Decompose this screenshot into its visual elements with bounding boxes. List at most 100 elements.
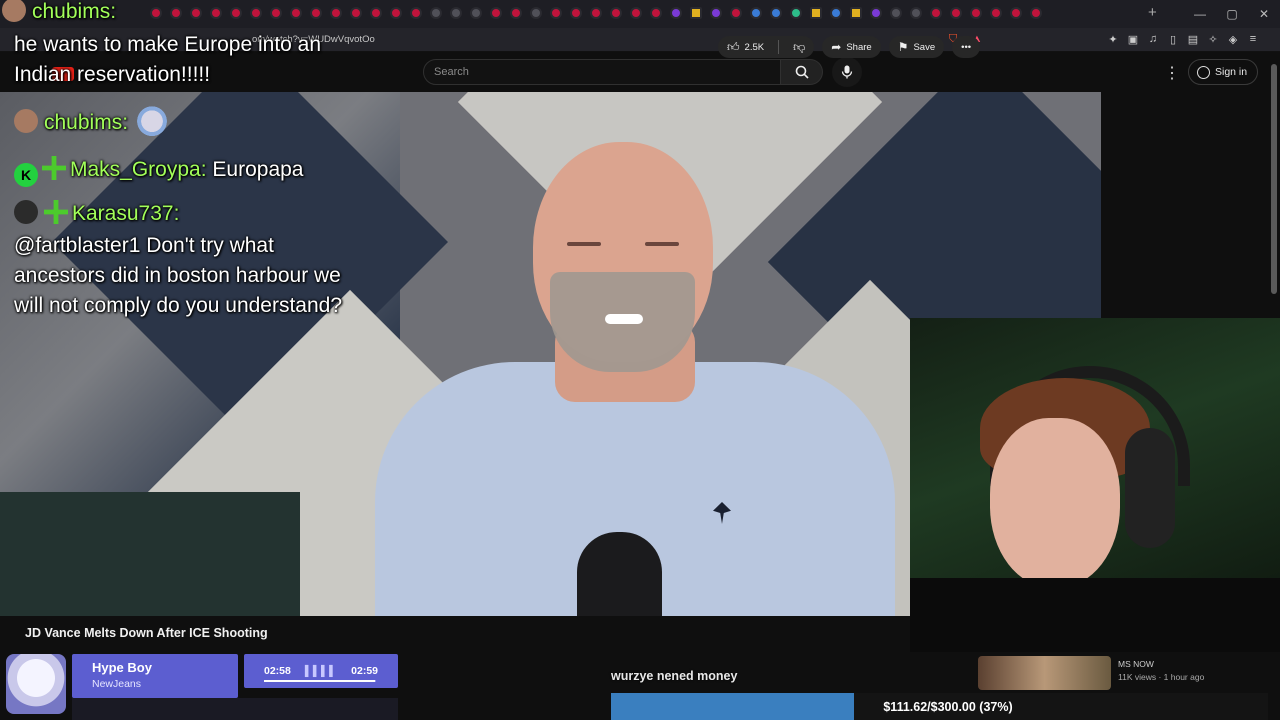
wallet-icon[interactable]: ▤ — [1186, 32, 1200, 46]
tab-generic-icon[interactable] — [470, 7, 482, 19]
thumbs-up-icon: 👍︎ — [727, 39, 740, 54]
tab-youtube-icon[interactable] — [490, 7, 502, 19]
tab-youtube-icon[interactable] — [310, 7, 322, 19]
tab-generic-icon[interactable] — [830, 7, 842, 19]
chat-message: @fartblaster1 Don't try what ancestors d… — [14, 231, 344, 321]
like-button[interactable]: 👍︎ 2.5K — [718, 36, 773, 58]
search-button[interactable] — [781, 59, 823, 85]
recommended-views: 11K views · 1 hour ago — [1118, 672, 1205, 682]
window-controls: — ▢ ✕ — [1184, 0, 1280, 28]
chat-avatar — [14, 109, 38, 133]
menu-icon[interactable]: ≡ — [1246, 32, 1260, 46]
tab-generic-icon[interactable] — [910, 7, 922, 19]
tab-youtube-icon[interactable] — [190, 7, 202, 19]
recommended-thumbnail[interactable] — [978, 656, 1111, 690]
tab-youtube-icon[interactable] — [1010, 7, 1022, 19]
tab-generic-icon[interactable] — [790, 7, 802, 19]
tab-youtube-icon[interactable] — [950, 7, 962, 19]
tab-youtube-icon[interactable] — [510, 7, 522, 19]
tab-generic-icon[interactable] — [770, 7, 782, 19]
tab-generic-icon[interactable] — [850, 7, 862, 19]
tab-youtube-icon[interactable] — [650, 7, 662, 19]
kick-badge-icon: K — [14, 163, 38, 187]
song-artist: NewJeans — [92, 678, 142, 690]
tab-youtube-icon[interactable] — [970, 7, 982, 19]
subscriber-badge-icon — [42, 156, 66, 180]
tab-youtube-icon[interactable] — [350, 7, 362, 19]
tab-youtube-icon[interactable] — [370, 7, 382, 19]
sidebar-icon[interactable]: ▯ — [1166, 32, 1180, 46]
album-art-icon — [6, 654, 66, 714]
shield-icon[interactable]: ◈ — [1226, 32, 1240, 46]
thumbs-down-icon: 👎︎ — [793, 39, 806, 54]
dislike-button[interactable]: 👎︎ — [784, 36, 814, 58]
maximize-button[interactable]: ▢ — [1216, 0, 1248, 28]
music-icon[interactable]: ♫ — [1146, 32, 1160, 46]
tab-youtube-icon[interactable] — [630, 7, 642, 19]
tab-generic-icon[interactable] — [450, 7, 462, 19]
minimize-button[interactable]: — — [1184, 0, 1216, 28]
chat-username: Karasu737: — [72, 202, 180, 225]
scrollbar-thumb[interactable] — [1271, 64, 1277, 294]
headphone-icon — [1125, 428, 1175, 548]
song-timer: 02:58 ▌▌▌▌ 02:59 — [244, 654, 398, 688]
extension-icon[interactable]: ✦ — [1106, 32, 1120, 46]
voice-search-button[interactable] — [832, 57, 862, 87]
tab-youtube-icon[interactable] — [410, 7, 422, 19]
now-playing-widget: Hype Boy NewJeans 02:58 ▌▌▌▌ 02:59 — [0, 652, 400, 720]
tab-youtube-icon[interactable] — [570, 7, 582, 19]
song-progress-bar — [264, 680, 376, 682]
share-button[interactable]: ➦ Share — [822, 36, 881, 58]
tab-youtube-icon[interactable] — [610, 7, 622, 19]
tab-youtube-icon[interactable] — [550, 7, 562, 19]
recommended-meta[interactable]: MS NOW 11K views · 1 hour ago — [1118, 658, 1204, 684]
settings-menu-icon[interactable]: ⋮ — [1164, 63, 1180, 83]
tab-youtube-icon[interactable] — [290, 7, 302, 19]
tab-youtube-icon[interactable] — [330, 7, 342, 19]
total-time: 02:59 — [351, 665, 378, 677]
tab-generic-icon[interactable] — [810, 7, 822, 19]
search-icon — [795, 65, 809, 79]
tab-youtube-icon[interactable] — [930, 7, 942, 19]
tab-twitch-icon[interactable] — [670, 7, 682, 19]
chat-message: he wants to make Europe into an Indian r… — [14, 30, 354, 90]
goal-label: $111.62/$300.00 (37%) — [883, 699, 1013, 714]
chat-username: chubims: — [44, 111, 129, 134]
widget-shadow — [72, 698, 398, 720]
chat-avatar — [2, 0, 26, 22]
chat-avatar — [14, 200, 38, 224]
tab-youtube-icon[interactable] — [250, 7, 262, 19]
chat-text: Europapa — [212, 158, 304, 181]
tab-bookmark-icon[interactable] — [690, 7, 702, 19]
tab-youtube-icon[interactable] — [170, 7, 182, 19]
search-input[interactable] — [434, 66, 764, 78]
tab-twitch-icon[interactable] — [870, 7, 882, 19]
tab-youtube-icon[interactable] — [1030, 7, 1042, 19]
tab-generic-icon[interactable] — [430, 7, 442, 19]
save-button[interactable]: ⚑ Save — [888, 36, 945, 58]
tab-youtube-icon[interactable] — [150, 7, 162, 19]
new-tab-button[interactable]: + — [1148, 4, 1157, 21]
tab-youtube-icon[interactable] — [270, 7, 282, 19]
puzzle-icon[interactable]: ✧ — [1206, 32, 1220, 46]
share-label: Share — [846, 41, 872, 53]
tab-youtube-icon[interactable] — [210, 7, 222, 19]
tab-generic-icon[interactable] — [750, 7, 762, 19]
more-actions-button[interactable]: ••• — [952, 36, 981, 58]
tab-generic-icon[interactable] — [890, 7, 902, 19]
tab-youtube-icon[interactable] — [230, 7, 242, 19]
chat-message: Karasu737: — [14, 199, 179, 229]
song-info: Hype Boy NewJeans — [72, 654, 238, 698]
streamer-shirt — [910, 578, 1280, 652]
chat-emote-icon — [134, 105, 171, 141]
tab-generic-icon[interactable] — [530, 7, 542, 19]
tab-youtube-icon[interactable] — [390, 7, 402, 19]
tab-youtube-icon[interactable] — [990, 7, 1002, 19]
close-window-button[interactable]: ✕ — [1248, 0, 1280, 28]
studio-microphone — [577, 532, 662, 616]
tab-youtube-icon[interactable] — [590, 7, 602, 19]
sign-in-button[interactable]: Sign in — [1188, 59, 1259, 85]
tab-youtube-icon[interactable] — [730, 7, 742, 19]
extension-icon[interactable]: ▣ — [1126, 32, 1140, 46]
tab-twitch-icon[interactable] — [710, 7, 722, 19]
